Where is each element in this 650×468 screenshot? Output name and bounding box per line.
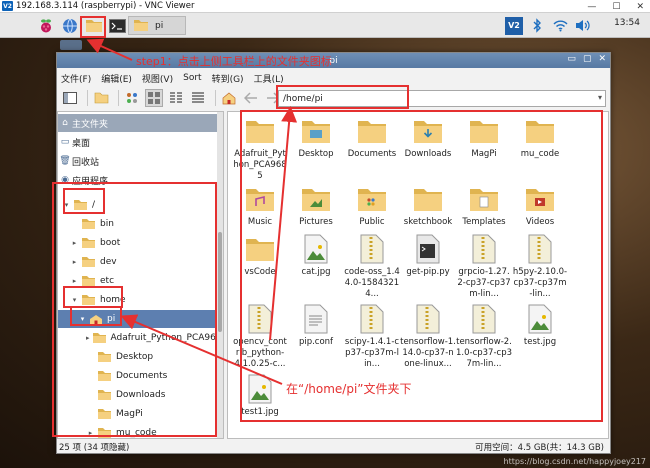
annotation-arrows bbox=[86, 38, 298, 385]
watermark: https://blog.csdn.net/happyjoey217 bbox=[503, 457, 646, 466]
